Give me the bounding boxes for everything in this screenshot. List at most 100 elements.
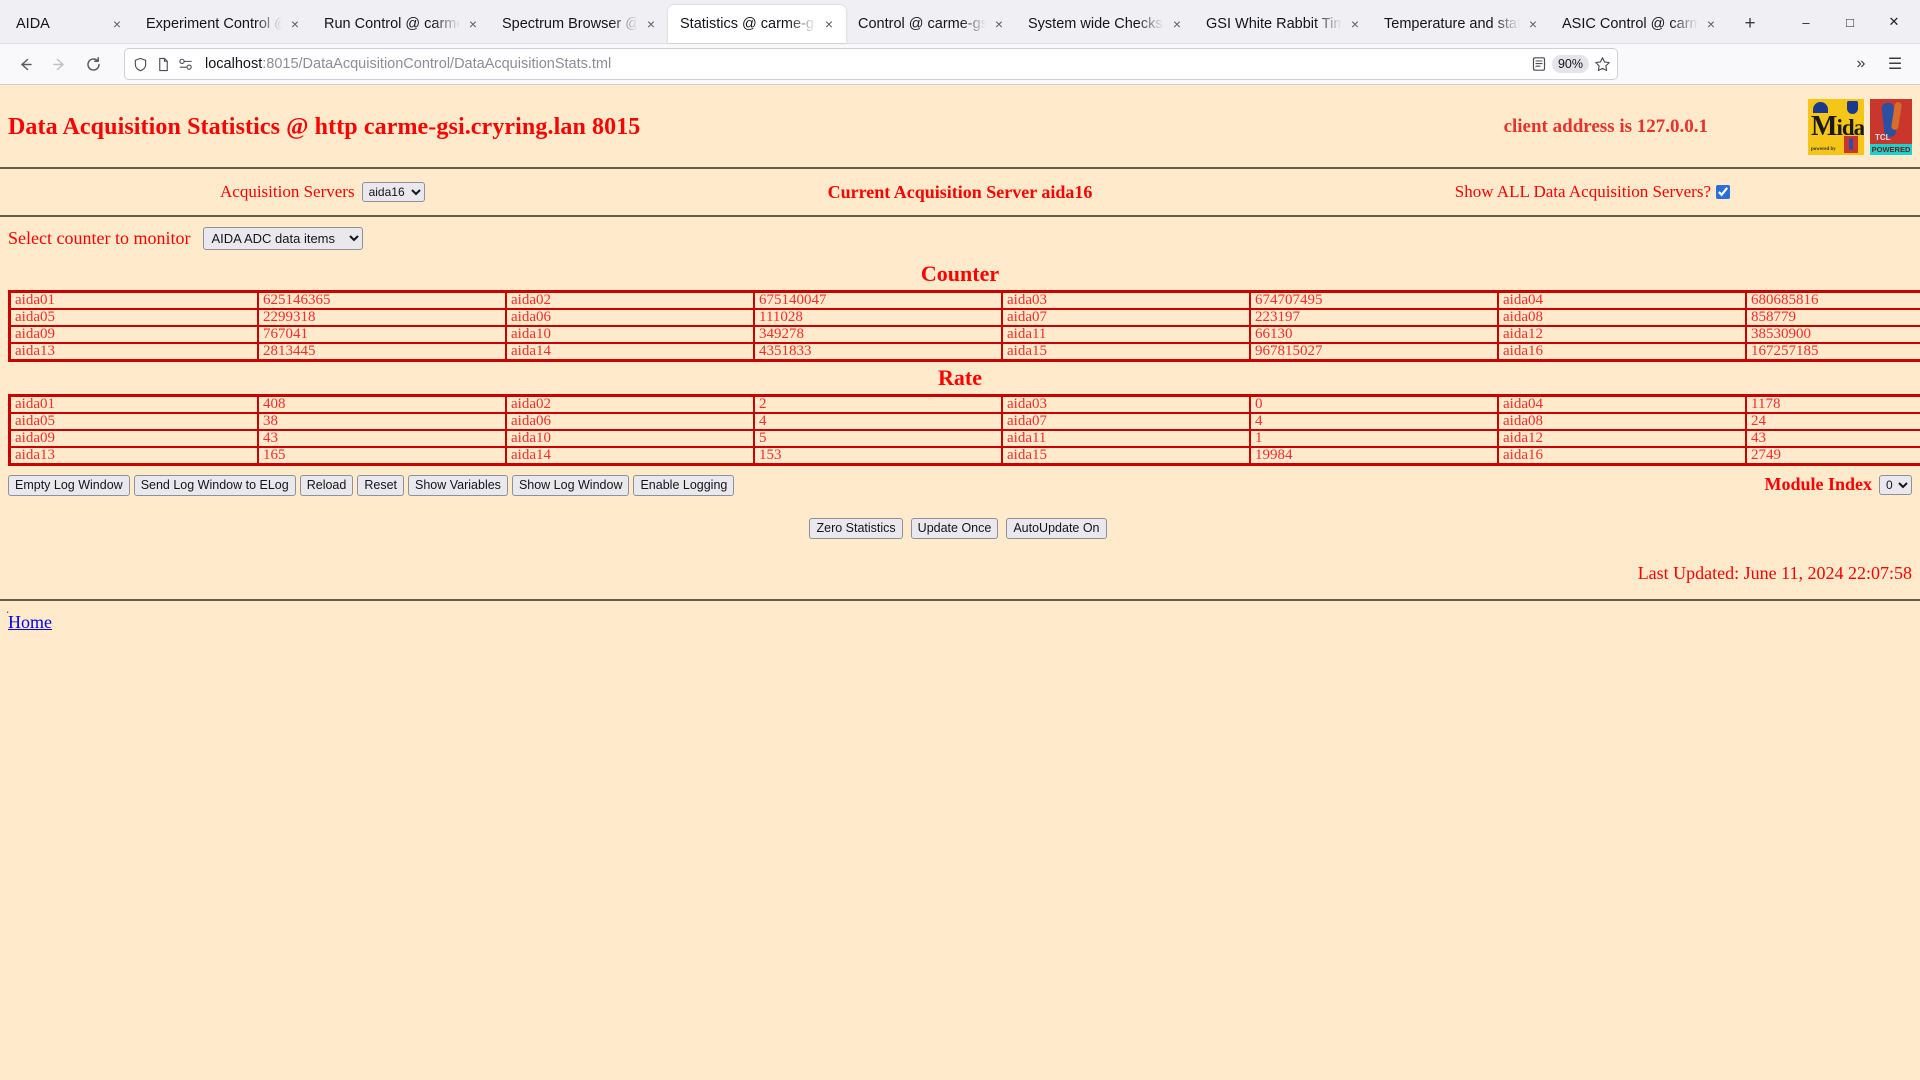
tcl-powered-logo-icon: TCL POWERED [1870,99,1912,155]
minimize-icon[interactable]: – [1784,5,1828,39]
window-controls: – □ ✕ [1784,3,1916,43]
url-text[interactable]: localhost:8015/DataAcquisitionControl/Da… [199,56,1530,72]
browser-tab-7[interactable]: GSI White Rabbit Tim × [1194,5,1372,43]
browser-tab-1[interactable]: Experiment Control @ × [134,5,312,43]
browser-tab-4-active[interactable]: Statistics @ carme-gs × [668,5,846,43]
server-name-cell: aida14 [505,446,755,466]
show-all-servers-checkbox[interactable] [1716,185,1730,199]
server-name-cell: aida14 [505,342,755,362]
url-bar[interactable]: localhost:8015/DataAcquisitionControl/Da… [124,48,1618,80]
enable-logging-button[interactable]: Enable Logging [633,475,735,496]
browser-tab-8[interactable]: Temperature and stat × [1372,5,1550,43]
close-icon[interactable]: × [1166,13,1188,35]
server-name-cell: aida10 [505,429,755,448]
reload-button[interactable]: Reload [299,475,354,496]
midas-dome-shape [1813,102,1828,113]
server-name-cell: aida05 [8,308,259,327]
server-value-cell: 43 [257,429,507,448]
show-log-window-button[interactable]: Show Log Window [511,475,630,496]
server-name-cell: aida12 [1497,429,1747,448]
tracking-protection-icon[interactable] [177,55,195,73]
browser-tab-2[interactable]: Run Control @ carme × [312,5,490,43]
server-value-cell: 408 [257,394,507,414]
close-icon[interactable]: × [462,13,484,35]
browser-tab-0[interactable]: AIDA × [4,5,134,43]
close-icon[interactable]: × [1700,13,1722,35]
overflow-chevron-icon[interactable]: » [1844,48,1878,80]
table-row: aida05 2299318 aida06 111028 aida07 223197 aid… [8,308,1920,327]
browser-tab-6[interactable]: System wide Checks ( × [1016,5,1194,43]
close-icon[interactable]: × [284,13,306,35]
maximize-icon[interactable]: □ [1828,5,1872,39]
midas-powered-text: powered by [1811,147,1836,152]
table-row: aida01 625146365 aida02 675140047 aida03 6747… [8,290,1920,310]
tab-strip: AIDA × Experiment Control @ × Run Contro… [0,0,1920,43]
server-value-cell: 680685816 [1745,290,1920,310]
server-name-cell: aida09 [8,429,259,448]
close-icon[interactable]: × [1344,13,1366,35]
server-value-cell: 625146365 [257,290,507,310]
server-name-cell: aida01 [8,394,259,414]
close-icon[interactable]: × [106,13,128,35]
close-icon[interactable]: × [818,13,840,35]
server-value-cell: 858779 [1745,308,1920,327]
new-tab-icon[interactable]: + [1734,8,1766,40]
server-name-cell: aida03 [1001,290,1251,310]
update-once-button[interactable]: Update Once [910,518,999,539]
server-name-cell: aida06 [505,412,755,431]
server-value-cell: 1178 [1745,394,1920,414]
server-value-cell: 2749 [1745,446,1920,466]
window-close-icon[interactable]: ✕ [1872,5,1916,39]
server-name-cell: aida16 [1497,446,1747,466]
browser-tab-5[interactable]: Control @ carme-gsi × [846,5,1016,43]
send-log-window-to-elog-button[interactable]: Send Log Window to ELog [133,475,296,496]
zoom-level-badge[interactable]: 90% [1551,55,1589,73]
page-header: Data Acquisition Statistics @ http carme… [0,85,1920,167]
tcl-wordmark: TCL [1875,133,1891,142]
server-value-cell: 4 [753,412,1003,431]
tab-title: Run Control @ carme [324,16,460,32]
url-left-icons [131,55,199,73]
shield-icon[interactable] [131,55,149,73]
reload-icon[interactable] [76,48,110,80]
server-value-cell: 5 [753,429,1003,448]
tab-title: Statistics @ carme-gs [680,16,816,32]
forward-icon[interactable] [42,48,76,80]
midas-tcl-mini-icon [1844,136,1858,153]
url-right-icons: 90% [1530,55,1611,73]
server-value-cell: 223197 [1249,308,1499,327]
back-icon[interactable] [8,48,42,80]
reset-button[interactable]: Reset [357,475,404,496]
module-index-group: Module Index 0123 [1764,474,1912,495]
server-name-cell: aida04 [1497,290,1747,310]
zero-statistics-button[interactable]: Zero Statistics [809,518,903,539]
server-name-cell: aida08 [1497,412,1747,431]
reader-mode-icon[interactable] [1530,55,1548,73]
bookmark-star-icon[interactable] [1593,55,1611,73]
home-link[interactable]: Home [0,612,52,633]
close-icon[interactable]: × [988,13,1010,35]
server-name-cell: aida04 [1497,394,1747,414]
autoupdate-toggle-button[interactable]: AutoUpdate On [1006,518,1107,539]
page-info-icon[interactable] [154,55,172,73]
tab-title: System wide Checks ( [1028,16,1164,32]
browser-tab-3[interactable]: Spectrum Browser @ × [490,5,668,43]
server-value-cell: 1 [1249,429,1499,448]
table-row: aida09 767041 aida10 349278 aida11 66130 aida1… [8,325,1920,344]
empty-log-window-button[interactable]: Empty Log Window [8,475,130,496]
server-name-cell: aida06 [505,308,755,327]
browser-tab-9[interactable]: ASIC Control @ carme × [1550,5,1728,43]
show-variables-button[interactable]: Show Variables [408,475,508,496]
server-value-cell: 675140047 [753,290,1003,310]
acquisition-servers-row: Acquisition Servers aida01aida02aida03ai… [0,169,1920,215]
server-value-cell: 19984 [1249,446,1499,466]
module-index-label: Module Index [1764,474,1872,494]
counter-select[interactable]: AIDA ADC data items [203,227,364,250]
footer-dot: . [6,601,10,616]
close-icon[interactable]: × [640,13,662,35]
module-index-select[interactable]: 0123 [1879,474,1912,495]
tab-title: Control @ carme-gsi [858,16,986,32]
close-icon[interactable]: × [1522,13,1544,35]
hamburger-menu-icon[interactable]: ☰ [1878,48,1912,80]
server-name-cell: aida03 [1001,394,1251,414]
